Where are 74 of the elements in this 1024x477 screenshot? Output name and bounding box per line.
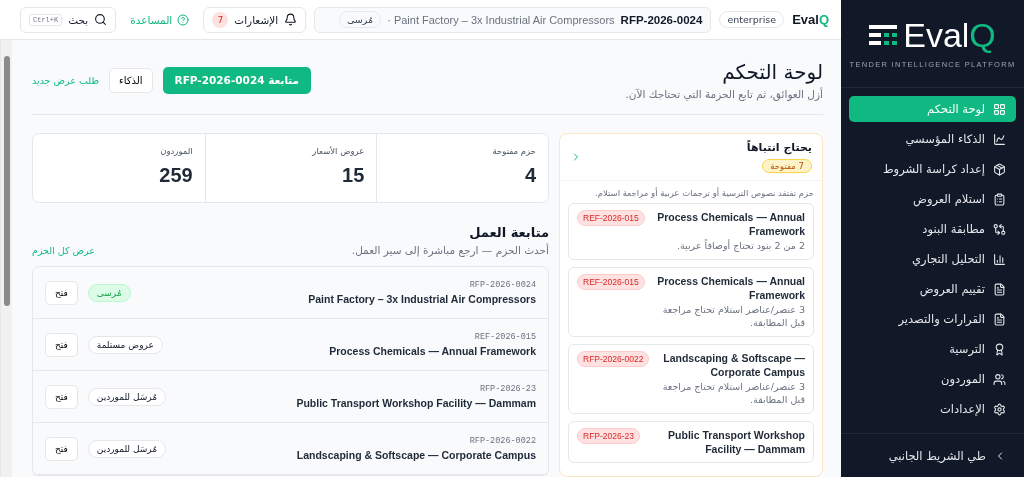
section-subtitle: أحدث الحزم — ارجع مباشرة إلى سير العمل. — [351, 244, 549, 256]
logo-bars-icon — [869, 25, 898, 45]
brand-name: EvalQ — [792, 12, 829, 27]
reference-badge: REF-2026-015 — [577, 273, 645, 290]
sidebar-item[interactable]: الترسية — [849, 336, 1016, 362]
sidebar-item[interactable]: التحليل التجاري — [849, 246, 1016, 272]
row-reference: REF-2026-015 — [473, 332, 536, 342]
open-button[interactable]: فتح — [45, 280, 78, 305]
panel-title: يحتاج انتباهاً — [746, 141, 812, 154]
notification-count: 7 — [212, 11, 229, 28]
line-chart-icon — [993, 132, 1006, 146]
status-badge: مُرسَل للموردين — [87, 387, 167, 406]
sidebar-item[interactable]: تقييم العروض — [849, 276, 1016, 302]
card-detail: 3 عنصر/عناصر استلام تحتاج مراجعة قبل المطابقة. — [661, 303, 805, 330]
sidebar-item[interactable]: استلام العروض — [849, 186, 1016, 212]
scrollbar[interactable] — [0, 40, 12, 477]
section-title: متابعة العمل — [468, 225, 549, 240]
card-title: Landscaping & Softscape — Corporate Campus — [662, 350, 805, 379]
users-icon — [993, 372, 1006, 386]
sidebar-item[interactable]: مطابقة البنود — [849, 216, 1016, 242]
reference-badge: RFP-2026-23 — [577, 427, 641, 444]
row-title: Process Chemicals — Annual Framework — [328, 345, 536, 357]
stat-value: 15 — [341, 164, 365, 187]
help-icon — [177, 13, 190, 26]
search-icon — [94, 13, 108, 26]
panel-description: حزم تفتقد نصوص الترسية أو ترجمات عربية أو مراجعة استلام. — [594, 188, 814, 198]
card-title: Process Chemicals — Annual Framework — [656, 273, 805, 302]
award-icon — [993, 342, 1006, 356]
row-reference: RFP-2026-23 — [478, 384, 536, 394]
row-reference: RFP-2026-0024 — [468, 280, 536, 290]
sidebar-item[interactable]: إعداد كراسة الشروط — [849, 156, 1016, 182]
row-title: Public Transport Workshop Facility — Dammam — [295, 397, 536, 409]
row-title: Paint Factory – 3x Industrial Air Compressors — [307, 293, 536, 305]
sidebar-item[interactable]: الذكاء المؤسسي — [849, 126, 1016, 152]
bell-icon — [284, 13, 298, 26]
stat-label: الموردون — [159, 146, 193, 156]
row-title: Landscaping & Softscape — Corporate Campus — [295, 449, 536, 461]
settings-icon — [993, 402, 1006, 416]
clipboard-icon — [993, 192, 1006, 206]
intelligence-button[interactable]: الذكاء — [108, 67, 153, 93]
status-badge: مُرسَل للموردين — [87, 439, 167, 458]
page-subtitle: أزل العوائق، ثم تابع الحزمة التي تحتاجك الآن. — [625, 88, 823, 100]
reference-badge: RFP-2026-0022 — [577, 350, 650, 367]
sidebar-item[interactable]: الإعدادات — [849, 396, 1016, 422]
attention-card[interactable]: Public Transport Workshop Facility — Dammam RFP-2026-23 — [568, 420, 814, 463]
open-button[interactable]: فتح — [45, 332, 78, 357]
document-icon — [993, 282, 1006, 296]
context-title: · Paint Factory – 3x Industrial Air Compressors — [387, 13, 615, 26]
stat-label: عروض الأسعار — [311, 146, 365, 156]
status-badge: عروض مستلمة — [87, 335, 163, 354]
document-icon — [993, 312, 1006, 326]
logo-wordmark: EvalQ — [903, 18, 996, 52]
compare-arrows-icon — [993, 222, 1006, 236]
grid-icon — [993, 102, 1006, 116]
box-icon — [993, 162, 1006, 176]
open-button[interactable]: فتح — [45, 384, 78, 409]
stat-value: 259 — [158, 164, 193, 187]
collapse-sidebar-button[interactable]: طي الشريط الجانبي — [841, 433, 1024, 477]
stat-value: 4 — [523, 164, 536, 187]
stat-label: حزم مفتوحة — [491, 146, 536, 156]
page-title: لوحة التحكم — [721, 60, 823, 84]
card-title: Process Chemicals — Annual Framework — [656, 210, 805, 239]
open-count-badge: 7 مفتوحة — [762, 159, 812, 173]
sidebar-item[interactable]: القرارات والتصدير — [849, 306, 1016, 332]
card-detail: 3 عنصر/عناصر استلام تحتاج مراجعة قبل المطابقة. — [661, 379, 805, 407]
context-ref: RFP-2026-0024 — [620, 13, 703, 26]
sidebar-item[interactable]: الموردون — [849, 366, 1016, 392]
status-badge: مُرسى — [87, 283, 131, 302]
row-reference: RFP-2026-0022 — [468, 436, 536, 446]
reference-badge: REF-2026-015 — [577, 210, 645, 226]
open-button[interactable]: فتح — [45, 436, 78, 461]
bar-chart-icon — [993, 252, 1006, 266]
card-title: Public Transport Workshop Facility — Dammam — [667, 427, 805, 456]
card-detail: 2 من 2 بنود تحتاج أوصافاً عربية. — [675, 239, 805, 253]
